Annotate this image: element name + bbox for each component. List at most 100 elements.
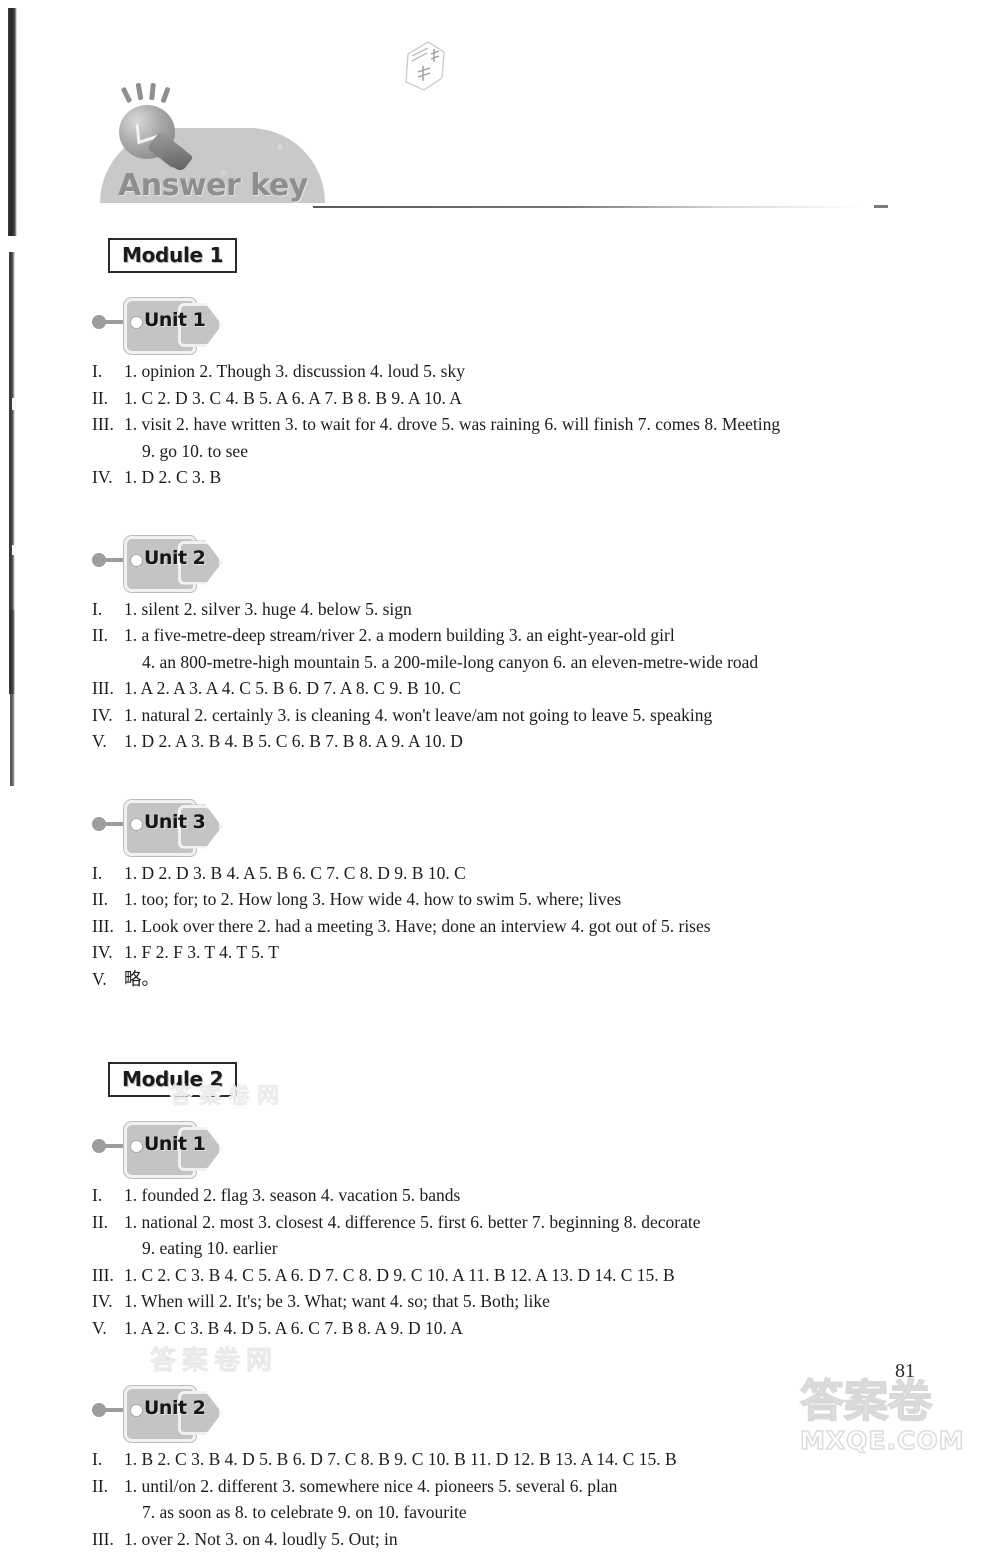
unit-tag-hole xyxy=(130,554,143,567)
answer-line-numeral: I. xyxy=(92,1446,124,1473)
answer-line-numeral: III. xyxy=(92,913,124,940)
unit-tag-label: Unit 3 xyxy=(144,811,205,833)
answer-line-numeral: III. xyxy=(92,675,124,702)
answer-block: I.1. silent 2. silver 3. huge 4. below 5… xyxy=(92,596,972,755)
answer-block: I.1. opinion 2. Though 3. discussion 4. … xyxy=(92,358,972,491)
answer-line-numeral: V. xyxy=(92,1315,124,1342)
answer-block: I.1. B 2. C 3. B 4. D 5. B 6. D 7. C 8. … xyxy=(92,1446,972,1552)
answer-line-body: 1. C 2. D 3. C 4. B 5. A 6. A 7. B 8. B … xyxy=(124,385,972,412)
answer-line-body: 1. opinion 2. Though 3. discussion 4. lo… xyxy=(124,358,972,385)
answer-line: III.1. C 2. C 3. B 4. C 5. A 6. D 7. C 8… xyxy=(92,1262,972,1289)
module-heading-label: Module 1 xyxy=(122,243,223,267)
page-header: Answer key xyxy=(0,0,1000,230)
answer-line-numeral: V. xyxy=(92,728,124,755)
unit-tag-knob xyxy=(92,553,106,567)
answer-line: III.1. Look over there 2. had a meeting … xyxy=(92,913,972,940)
answer-line-numeral: I. xyxy=(92,596,124,623)
answer-line-body: 1. until/on 2. different 3. somewhere ni… xyxy=(124,1473,972,1500)
answer-line-numeral: I. xyxy=(92,860,124,887)
answer-line: II.7. as soon as 8. to celebrate 9. on 1… xyxy=(92,1499,972,1526)
unit-tag: Unit 3 xyxy=(96,798,216,854)
answer-line-body: 1. D 2. A 3. B 4. B 5. C 6. B 7. B 8. A … xyxy=(124,728,972,755)
scan-edge-nick xyxy=(12,398,16,410)
unit-tag-hole xyxy=(130,818,143,831)
answer-line: IV.1. F 2. F 3. T 4. T 5. T xyxy=(92,939,972,966)
module-heading-label: Module 2 xyxy=(122,1067,223,1091)
answer-line: II.1. C 2. D 3. C 4. B 5. A 6. A 7. B 8.… xyxy=(92,385,972,412)
answer-line-body: 1. D 2. C 3. B xyxy=(124,464,972,491)
answer-line-body: 略。 xyxy=(124,966,972,993)
answer-line-body: 1. C 2. C 3. B 4. C 5. A 6. D 7. C 8. D … xyxy=(124,1262,972,1289)
unit-tag-hole xyxy=(130,316,143,329)
answer-line-body: 1. visit 2. have written 3. to wait for … xyxy=(124,411,972,438)
unit-tag-label: Unit 2 xyxy=(144,547,205,569)
answer-line: II.1. a five-metre-deep stream/river 2. … xyxy=(92,622,972,649)
answer-line-body: 1. too; for; to 2. How long 3. How wide … xyxy=(124,886,972,913)
module-heading: Module 2 xyxy=(108,1062,237,1097)
unit-tag-knob xyxy=(92,315,106,329)
answer-line-body: 1. national 2. most 3. closest 4. differ… xyxy=(124,1209,972,1236)
answer-line: IV.1. When will 2. It's; be 3. What; wan… xyxy=(92,1288,972,1315)
answer-line: V.1. A 2. C 3. B 4. D 5. A 6. C 7. B 8. … xyxy=(92,1315,972,1342)
watermark-faint-bottom: 答案卷网 xyxy=(150,1340,278,1377)
answer-line: III.1. over 2. Not 3. on 4. loudly 5. Ou… xyxy=(92,1526,972,1552)
answer-line-body: 1. A 2. C 3. B 4. D 5. A 6. C 7. B 8. A … xyxy=(124,1315,972,1342)
unit-tag: Unit 2 xyxy=(96,1384,216,1440)
header-rule xyxy=(313,206,880,208)
answer-line: II.1. too; for; to 2. How long 3. How wi… xyxy=(92,886,972,913)
answer-line: I.1. founded 2. flag 3. season 4. vacati… xyxy=(92,1182,972,1209)
answer-line-body: 1. natural 2. certainly 3. is cleaning 4… xyxy=(124,702,972,729)
answer-line-body: 1. founded 2. flag 3. season 4. vacation… xyxy=(124,1182,972,1209)
unit-tag-hole xyxy=(130,1140,143,1153)
answer-line: IV.1. D 2. C 3. B xyxy=(92,464,972,491)
handwritten-stamp-doodle-icon xyxy=(398,38,450,94)
answer-line: V.略。 xyxy=(92,966,972,993)
unit-tag-knob xyxy=(92,1403,106,1417)
unit-tag-hole xyxy=(130,1404,143,1417)
answer-line: I.1. silent 2. silver 3. huge 4. below 5… xyxy=(92,596,972,623)
unit-tag: Unit 1 xyxy=(96,1120,216,1176)
answer-line-numeral: II. xyxy=(92,1473,124,1500)
answer-line: III.9. go 10. to see xyxy=(92,438,972,465)
unit-tag-knob xyxy=(92,1139,106,1153)
answer-line: II.1. until/on 2. different 3. somewhere… xyxy=(92,1473,972,1500)
watermark-brand-cn: 答案卷 xyxy=(800,1378,1000,1426)
answer-line: II.9. eating 10. earlier xyxy=(92,1235,972,1262)
answer-line-numeral: III. xyxy=(92,411,124,438)
unit-tag: Unit 2 xyxy=(96,534,216,590)
answer-line-body: 1. A 2. A 3. A 4. C 5. B 6. D 7. A 8. C … xyxy=(124,675,972,702)
answer-line-body: 1. Look over there 2. had a meeting 3. H… xyxy=(124,913,972,940)
answer-line-numeral: III. xyxy=(92,1262,124,1289)
answer-line: I.1. D 2. D 3. B 4. A 5. B 6. C 7. C 8. … xyxy=(92,860,972,887)
answer-line-body: 1. D 2. D 3. B 4. A 5. B 6. C 7. C 8. D … xyxy=(124,860,972,887)
answer-line-numeral: I. xyxy=(92,1182,124,1209)
answer-line-numeral: I. xyxy=(92,358,124,385)
scan-edge-artifact-lower xyxy=(10,610,15,786)
answer-line-body: 9. eating 10. earlier xyxy=(124,1235,972,1262)
answer-line: II.4. an 800-metre-high mountain 5. a 20… xyxy=(92,649,972,676)
answer-line-body: 7. as soon as 8. to celebrate 9. on 10. … xyxy=(124,1499,972,1526)
unit-tag-label: Unit 2 xyxy=(144,1397,205,1419)
unit-tag-label: Unit 1 xyxy=(144,309,205,331)
answer-line: IV.1. natural 2. certainly 3. is cleanin… xyxy=(92,702,972,729)
answer-line-numeral: V. xyxy=(92,966,124,993)
answer-line-numeral: II. xyxy=(92,886,124,913)
answer-line-body: 1. B 2. C 3. B 4. D 5. B 6. D 7. C 8. B … xyxy=(124,1446,972,1473)
answer-line: V.1. D 2. A 3. B 4. B 5. C 6. B 7. B 8. … xyxy=(92,728,972,755)
answer-line-numeral: II. xyxy=(92,385,124,412)
answer-line: I.1. B 2. C 3. B 4. D 5. B 6. D 7. C 8. … xyxy=(92,1446,972,1473)
answer-line-body: 1. over 2. Not 3. on 4. loudly 5. Out; i… xyxy=(124,1526,972,1552)
answer-line-body: 1. F 2. F 3. T 4. T 5. T xyxy=(124,939,972,966)
module-heading: Module 1 xyxy=(108,238,237,273)
unit-tag-label: Unit 1 xyxy=(144,1133,205,1155)
answer-line-numeral: IV. xyxy=(92,464,124,491)
answer-line-body: 1. silent 2. silver 3. huge 4. below 5. … xyxy=(124,596,972,623)
header-rule-end-tick xyxy=(874,205,888,208)
answer-line: I.1. opinion 2. Though 3. discussion 4. … xyxy=(92,358,972,385)
answer-line-numeral: IV. xyxy=(92,939,124,966)
answer-line: II.1. national 2. most 3. closest 4. dif… xyxy=(92,1209,972,1236)
answer-line-numeral: II. xyxy=(92,1209,124,1236)
answer-line: III.1. visit 2. have written 3. to wait … xyxy=(92,411,972,438)
answer-line-numeral: IV. xyxy=(92,1288,124,1315)
answer-line-numeral: II. xyxy=(92,622,124,649)
